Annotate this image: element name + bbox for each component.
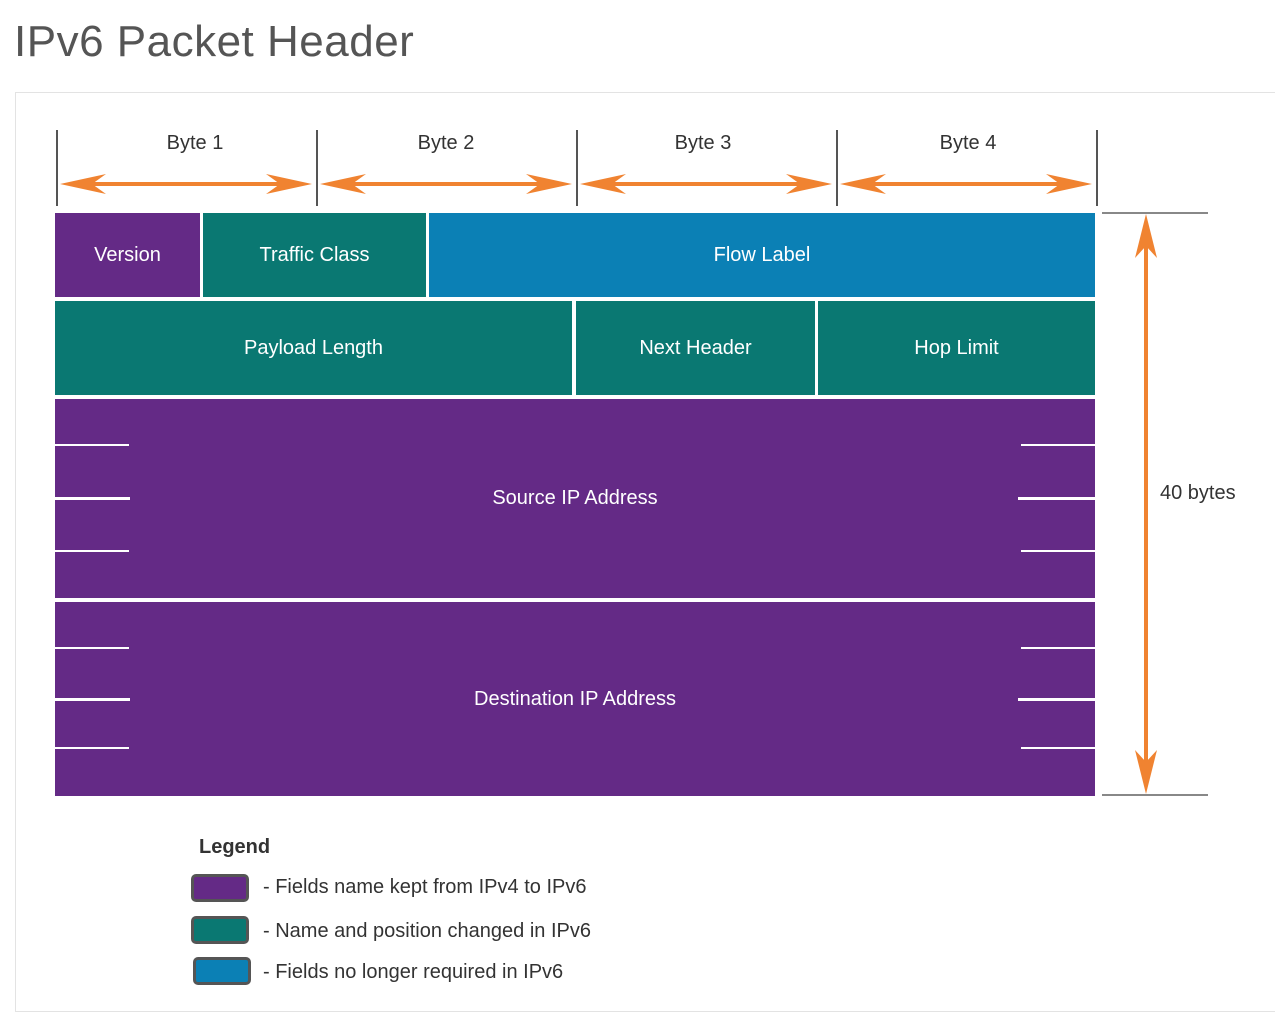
row-divider-mark xyxy=(55,698,130,701)
flow-label-label: Flow Label xyxy=(713,243,811,266)
page-title: IPv6 Packet Header xyxy=(14,17,415,66)
byte-boundary-tick xyxy=(316,130,318,206)
next-header-field: Next Header xyxy=(576,301,815,395)
source-ip-field: Source IP Address xyxy=(55,399,1095,598)
traffic-class-label: Traffic Class xyxy=(259,243,370,266)
row-divider-mark xyxy=(55,497,130,500)
row-divider-mark xyxy=(55,444,129,446)
byte-boundary-tick xyxy=(836,130,838,206)
byte-2-width-arrow xyxy=(320,174,572,194)
byte-3-width-arrow xyxy=(580,174,832,194)
traffic-class-field: Traffic Class xyxy=(203,213,426,297)
row-divider-mark xyxy=(1018,497,1095,500)
legend-item-text: - Fields no longer required in IPv6 xyxy=(263,961,564,983)
flow-label-field: Flow Label xyxy=(429,213,1095,297)
legend-swatch-blue xyxy=(193,957,251,985)
header-size-label: 40 bytes xyxy=(1160,482,1236,504)
row-divider-mark xyxy=(1021,444,1095,446)
row-divider-mark xyxy=(55,747,129,749)
legend-swatch-teal xyxy=(191,916,249,944)
legend-item-text: - Fields name kept from IPv4 to IPv6 xyxy=(263,876,587,898)
byte-boundary-tick xyxy=(56,130,58,206)
header-bottom-line xyxy=(1102,794,1208,796)
legend-item-text: - Name and position changed in IPv6 xyxy=(263,920,591,942)
next-header-label: Next Header xyxy=(639,336,752,359)
version-field: Version xyxy=(55,213,200,297)
header-height-arrow xyxy=(1135,214,1157,794)
payload-length-label: Payload Length xyxy=(243,336,383,359)
hop-limit-field: Hop Limit xyxy=(818,301,1095,395)
row-divider-mark xyxy=(1018,698,1095,701)
byte-boundary-tick xyxy=(1096,130,1098,206)
hop-limit-label: Hop Limit xyxy=(914,336,999,359)
byte-boundary-tick xyxy=(576,130,578,206)
byte-1-label: Byte 1 xyxy=(166,132,224,154)
destination-ip-field: Destination IP Address xyxy=(55,602,1095,796)
row-divider-mark xyxy=(55,647,129,649)
destination-ip-label: Destination IP Address xyxy=(474,687,676,710)
byte-4-label: Byte 4 xyxy=(939,132,997,154)
legend-swatch-purple xyxy=(191,874,249,902)
row-divider-mark xyxy=(1021,647,1095,649)
payload-length-field: Payload Length xyxy=(55,301,572,395)
byte-3-label: Byte 3 xyxy=(674,132,732,154)
byte-4-width-arrow xyxy=(840,174,1092,194)
version-label: Version xyxy=(94,243,161,266)
row-divider-mark xyxy=(55,550,129,552)
byte-2-label: Byte 2 xyxy=(417,132,475,154)
source-ip-label: Source IP Address xyxy=(492,487,658,509)
legend-title: Legend xyxy=(199,836,271,858)
row-divider-mark xyxy=(1021,747,1095,749)
row-divider-mark xyxy=(1021,550,1095,552)
byte-1-width-arrow xyxy=(60,174,312,194)
